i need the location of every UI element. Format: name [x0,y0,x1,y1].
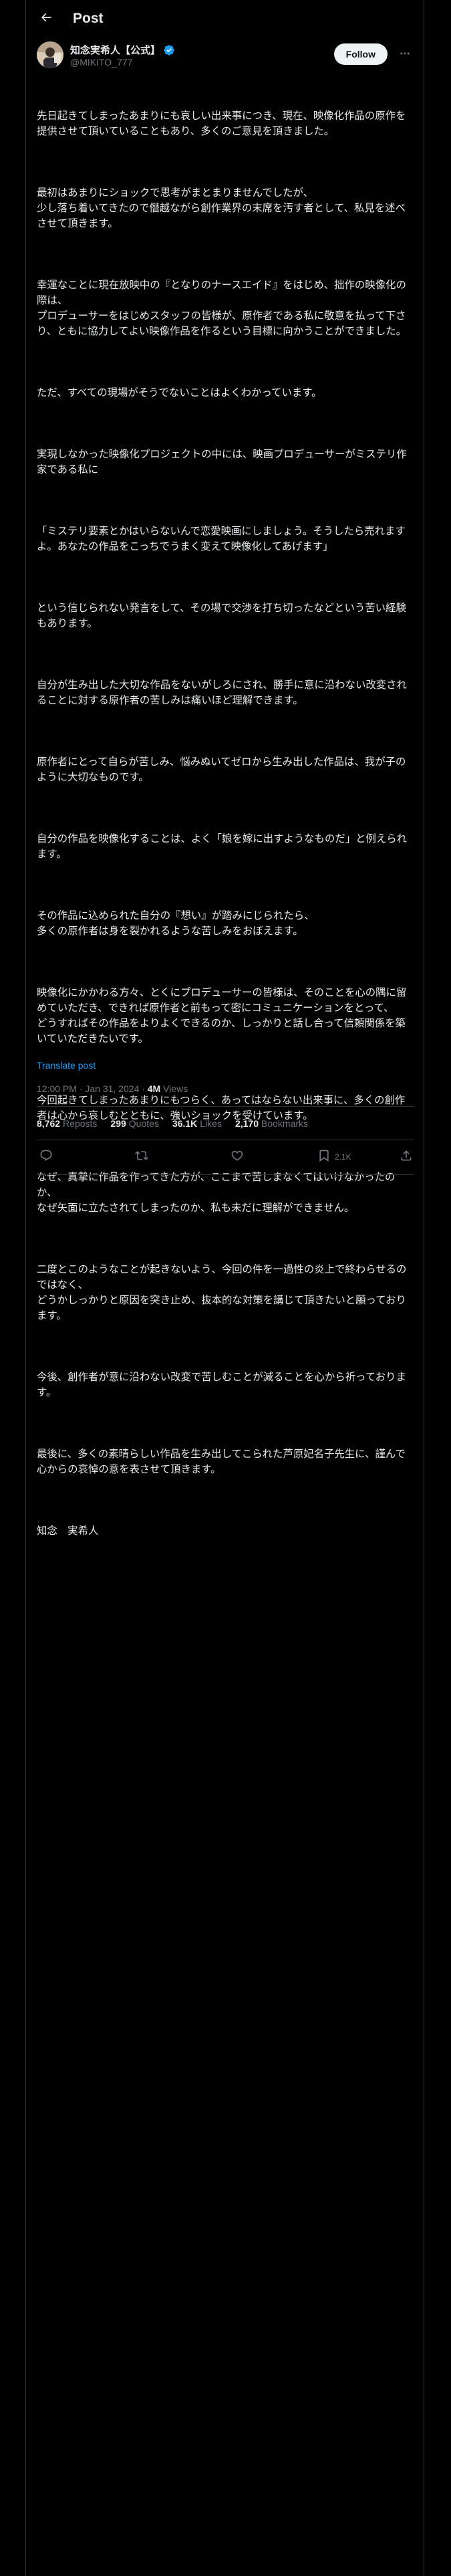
author-row: 知念実希人【公式】 @MIKITO_777 Follow [37,41,414,71]
back-arrow-icon [39,11,53,27]
avatar[interactable] [37,41,63,68]
bookmark-count: 2.1K [335,1152,351,1162]
page-header: Post [26,0,425,37]
bookmarks-stat[interactable]: 2,170 Bookmarks [235,1118,308,1129]
page-title: Post [73,11,104,26]
quotes-stat[interactable]: 299 Quotes [110,1118,159,1129]
bookmarks-count: 2,170 [235,1118,259,1129]
author-handle[interactable]: @MIKITO_777 [70,57,132,68]
reply-button[interactable] [39,1147,53,1167]
views-label: Views [160,1083,188,1094]
heart-icon [231,1149,244,1166]
post-signature: 知念 実希人 [37,1525,99,1537]
post-paragraph: その作品に込められた自分の『想い』が踏みにじられたら、 多くの原作者は身を裂かれ… [37,910,315,937]
repost-icon [135,1149,148,1166]
divider [37,1174,414,1175]
more-button[interactable] [396,45,414,64]
reposts-label: Reposts [63,1118,98,1129]
views-count: 4M [147,1083,161,1094]
post-paragraph: 先日起きてしまったあまりにも哀しい出来事につき、現在、映像化作品の原作を提供させ… [37,110,406,137]
likes-stat[interactable]: 36.1K Likes [172,1118,222,1129]
post-paragraph: 原作者にとって自らが苦しみ、悩みぬいてゼロから生み出した作品は、我が子のように大… [37,756,406,783]
bookmarks-label: Bookmarks [261,1118,309,1129]
post-body: 先日起きてしまったあまりにも哀しい出来事につき、現在、映像化作品の原作を提供させ… [37,78,414,1570]
engagement-stats: 8,762 Reposts 299 Quotes 36.1K Likes 2,1… [37,1115,321,1132]
post-paragraph: 映像化にかかわる方々、とくにプロデューサーの皆様は、そのことを心の隅に留めていた… [37,987,407,1045]
post-paragraph: 自分が生み出した大切な作品をないがしろにされ、勝手に意に沿わない改変されることに… [37,679,407,706]
post-paragraph: 今後、創作者が意に沿わない改変で苦しむことが減ることを心から祈っております。 [37,1372,406,1398]
more-dots-icon [399,47,411,63]
post-paragraph: 「ミステリ要素とかはいらないんで恋愛映画にしましょう。そうしたら売れますよ。あな… [37,526,406,552]
post-paragraph: 二度とこのようなことが起きないよう、今回の件を一過性の炎上で終わらせるのではなく… [37,1264,407,1321]
repost-button[interactable] [135,1147,148,1167]
back-button[interactable] [33,5,59,32]
author-name-text: 知念実希人【公式】 [70,45,161,56]
likes-count: 36.1K [172,1118,198,1129]
post-time[interactable]: 12:00 PM · Jan 31, 2024 · [37,1083,148,1094]
translate-post-link[interactable]: Translate post [37,1060,96,1071]
like-button[interactable] [231,1147,244,1167]
reposts-stat[interactable]: 8,762 Reposts [37,1118,97,1129]
bookmark-icon [317,1149,331,1166]
follow-button[interactable]: Follow [333,43,388,65]
share-button[interactable] [400,1147,413,1167]
share-icon [400,1149,413,1166]
author-name[interactable]: 知念実希人【公式】 [70,43,175,57]
likes-label: Likes [200,1118,222,1129]
quotes-count: 299 [110,1118,126,1129]
verified-badge-icon [163,44,175,56]
bookmark-button[interactable]: 2.1K [317,1147,351,1167]
reply-icon [39,1149,53,1166]
post-paragraph: 最初はあまりにショックで思考がまとまりませんでしたが、 少し落ち着いてきたので僭… [37,187,406,229]
post-paragraph: ただ、すべての現場がそうでないことはよくわかっています。 [37,387,322,399]
reposts-count: 8,762 [37,1118,61,1129]
divider [37,1106,414,1107]
action-bar: 2.1K [37,1147,414,1167]
post-paragraph: なぜ、真摯に作品を作ってきた方が、ここまで苦しまなくてはいけなかったのか、 なぜ… [37,1172,396,1214]
post-paragraph: 自分の作品を映像化することは、よく「娘を嫁に出すようなものだ」と例えられます。 [37,833,408,860]
post-paragraph: 実現しなかった映像化プロジェクトの中には、映画プロデューサーがミステリ作家である… [37,449,407,475]
quotes-label: Quotes [128,1118,159,1129]
post-paragraph: という信じられない発言をして、その場で交渉を打ち切ったなどという苦い経験もありま… [37,603,406,629]
post-paragraph: 幸運なことに現在放映中の『となりのナースエイド』をはじめ、拙作の映像化の際は、 … [37,280,406,337]
post-timestamp: 12:00 PM · Jan 31, 2024 · 4M Views [37,1083,188,1094]
post-column: Post 知念実希人【公式】 @MIKITO_777 Follow 先日起きてし… [25,0,424,2576]
post-paragraph: 最後に、多くの素晴らしい作品を生み出してこられた芦原妃名子先生に、謹んで心からの… [37,1448,406,1475]
